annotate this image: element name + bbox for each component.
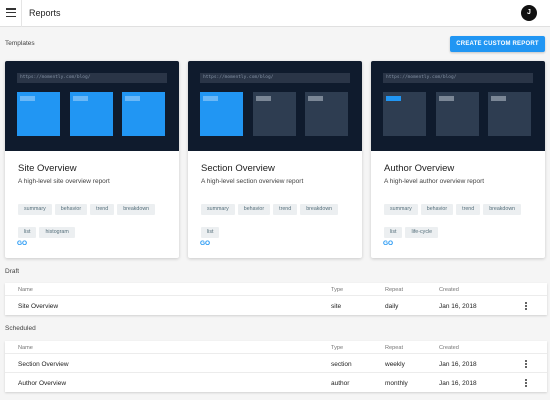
preview-panel bbox=[122, 92, 165, 136]
card-description: A high-level author overview report bbox=[384, 178, 485, 185]
report-created: Jan 16, 2018 bbox=[439, 361, 477, 368]
report-repeat: daily bbox=[385, 303, 399, 310]
report-name: Site Overview bbox=[18, 303, 59, 310]
report-created: Jan 16, 2018 bbox=[439, 380, 477, 387]
report-repeat: weekly bbox=[385, 361, 405, 368]
preview-panel bbox=[253, 92, 296, 136]
create-custom-report-button[interactable]: CREATE CUSTOM REPORT bbox=[450, 36, 545, 52]
table-header: Name Type Repeat Created bbox=[5, 283, 547, 296]
report-name: Section Overview bbox=[18, 361, 69, 368]
report-type: section bbox=[331, 361, 352, 368]
scheduled-table: Name Type Repeat Created Section Overvie… bbox=[5, 341, 547, 392]
table-row[interactable]: Author Overview author monthly Jan 16, 2… bbox=[5, 373, 547, 392]
tag: breakdown bbox=[483, 204, 522, 215]
preview-panel bbox=[305, 92, 348, 136]
page-title: Reports bbox=[29, 8, 61, 18]
template-card-author-overview: https://momently.com/blog/ Author Overvi… bbox=[371, 61, 545, 258]
tag-list: summary behavior trend breakdown list bbox=[201, 197, 353, 243]
go-button[interactable]: GO bbox=[383, 240, 393, 247]
report-preview: https://momently.com/blog/ bbox=[371, 61, 545, 151]
go-button[interactable]: GO bbox=[17, 240, 27, 247]
table-row[interactable]: Site Overview site daily Jan 16, 2018 bbox=[5, 296, 547, 315]
report-preview: https://momently.com/blog/ bbox=[5, 61, 179, 151]
tag: behavior bbox=[237, 204, 271, 215]
column-header-created: Created bbox=[439, 286, 459, 293]
divider bbox=[21, 0, 22, 27]
preview-panel bbox=[383, 92, 426, 136]
preview-url: https://momently.com/blog/ bbox=[200, 73, 350, 83]
tag: life-cycle bbox=[405, 227, 439, 238]
report-type: site bbox=[331, 303, 342, 310]
column-header-repeat: Repeat bbox=[385, 286, 404, 293]
tag: list bbox=[201, 227, 220, 238]
preview-url: https://momently.com/blog/ bbox=[383, 73, 533, 83]
column-header-type: Type bbox=[331, 344, 344, 351]
report-name: Author Overview bbox=[18, 380, 67, 387]
more-vert-icon[interactable] bbox=[523, 379, 529, 389]
go-button[interactable]: GO bbox=[200, 240, 210, 247]
report-repeat: monthly bbox=[385, 380, 408, 387]
column-header-name: Name bbox=[18, 344, 33, 351]
tag: histogram bbox=[39, 227, 75, 238]
tag-list: summary behavior trend breakdown list histogr… bbox=[18, 197, 170, 243]
avatar[interactable]: J bbox=[521, 5, 537, 21]
menu-icon[interactable] bbox=[6, 8, 16, 18]
tag: trend bbox=[273, 204, 298, 215]
tag: behavior bbox=[54, 204, 88, 215]
preview-url: https://momently.com/blog/ bbox=[17, 73, 167, 83]
tag: summary bbox=[384, 204, 418, 215]
card-description: A high-level section overview report bbox=[201, 178, 304, 185]
tag: trend bbox=[90, 204, 115, 215]
table-header: Name Type Repeat Created bbox=[5, 341, 547, 354]
template-card-section-overview: https://momently.com/blog/ Section Overv… bbox=[188, 61, 362, 258]
draft-table: Name Type Repeat Created Site Overview s… bbox=[5, 283, 547, 315]
tag: list bbox=[384, 227, 403, 238]
tag: trend bbox=[456, 204, 481, 215]
tag: summary bbox=[18, 204, 52, 215]
report-type: author bbox=[331, 380, 350, 387]
card-title: Site Overview bbox=[18, 163, 77, 174]
preview-panel bbox=[17, 92, 60, 136]
report-preview: https://momently.com/blog/ bbox=[188, 61, 362, 151]
templates-section-label: Templates bbox=[5, 40, 35, 47]
column-header-repeat: Repeat bbox=[385, 344, 404, 351]
tag: list bbox=[18, 227, 37, 238]
card-title: Section Overview bbox=[201, 163, 275, 174]
draft-section-label: Draft bbox=[5, 268, 20, 275]
preview-panel bbox=[70, 92, 113, 136]
more-vert-icon[interactable] bbox=[523, 360, 529, 370]
report-created: Jan 16, 2018 bbox=[439, 303, 477, 310]
tag: breakdown bbox=[300, 204, 339, 215]
more-vert-icon[interactable] bbox=[523, 302, 529, 312]
column-header-name: Name bbox=[18, 286, 33, 293]
tag-list: summary behavior trend breakdown list life-cy… bbox=[384, 197, 536, 243]
column-header-type: Type bbox=[331, 286, 344, 293]
tag: summary bbox=[201, 204, 235, 215]
scheduled-section-label: Scheduled bbox=[5, 325, 36, 332]
preview-panel bbox=[488, 92, 531, 136]
column-header-created: Created bbox=[439, 344, 459, 351]
preview-panel bbox=[436, 92, 479, 136]
tag: behavior bbox=[420, 204, 454, 215]
table-row[interactable]: Section Overview section weekly Jan 16, … bbox=[5, 354, 547, 373]
preview-panel bbox=[200, 92, 243, 136]
template-card-site-overview: https://momently.com/blog/ Site Overview… bbox=[5, 61, 179, 258]
top-app-bar: Reports J bbox=[0, 0, 550, 27]
card-title: Author Overview bbox=[384, 163, 455, 174]
card-description: A high-level site overview report bbox=[18, 178, 110, 185]
tag: breakdown bbox=[117, 204, 156, 215]
